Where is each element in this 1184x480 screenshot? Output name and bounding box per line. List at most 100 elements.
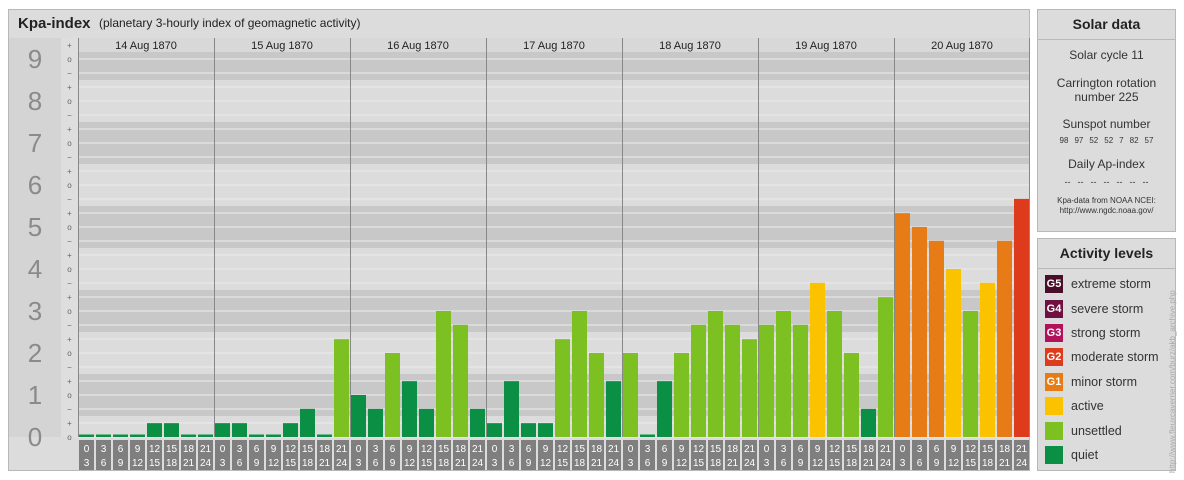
interval-end: 9 [662,458,668,469]
kp-bar [776,311,791,437]
kp-bar [878,297,893,437]
interval-start: 6 [798,444,804,455]
interval-end: 15 [285,458,297,469]
y-tick-label: 7 [28,128,42,158]
interval-end: 12 [268,458,280,469]
interval-start: 0 [764,444,770,455]
y-sub-mark: + [67,125,72,134]
y-sub-mark: o [67,139,72,148]
activity-levels-list: G5 extreme storm G4 severe storm G3 strong st… [1038,272,1175,467]
interval-end: 18 [166,458,178,469]
interval-end: 21 [455,458,467,469]
y-sub-mark: − [67,363,72,372]
interval-end: 3 [356,458,362,469]
y-tick-label: 3 [28,296,42,326]
interval-end: 18 [574,458,586,469]
y-sub-mark: + [67,419,72,428]
interval-end: 18 [982,458,994,469]
interval-start: 6 [254,444,260,455]
y-sub-mark: − [67,153,72,162]
activity-levels-title: Activity levels [1038,239,1175,269]
interval-start: 15 [166,444,178,455]
kp-bar [759,324,774,437]
activity-level-swatch [1045,397,1063,416]
interval-end: 15 [149,458,161,469]
kp-bar [79,434,94,437]
interval-start: 9 [543,444,549,455]
kp-bar [861,408,876,437]
interval-end: 3 [628,458,634,469]
solar-cycle: Solar cycle 11 [1069,48,1144,62]
interval-end: 24 [744,458,756,469]
data-source: Kpa-data from NOAA NCEI: http://www.ngdc… [1038,196,1175,216]
y-sub-mark: o [67,391,72,400]
data-source-line2: http://www.ngdc.noaa.gov/ [1059,206,1154,215]
y-sub-mark: o [67,433,72,442]
ap-index-value: -- [1103,177,1110,187]
kp-bar [317,434,332,437]
y-sub-mark: o [67,223,72,232]
sunspot-number-label: Sunspot number [1062,117,1151,131]
interval-start: 21 [608,444,620,455]
activity-level-label: active [1071,399,1104,414]
kp-bar [181,434,196,437]
activity-level-item: active [1038,394,1175,418]
interval-end: 12 [812,458,824,469]
kp-bar [1014,198,1029,437]
interval-end: 3 [84,458,90,469]
kp-bar [232,423,247,437]
y-sub-mark: − [67,237,72,246]
kp-bar [147,423,162,437]
kp-bar [555,339,570,437]
kp-bar [674,353,689,437]
activity-level-item: quiet [1038,443,1175,467]
interval-start: 15 [302,444,314,455]
interval-start: 18 [727,444,739,455]
interval-start: 3 [373,444,379,455]
interval-end: 18 [846,458,858,469]
interval-start: 12 [285,444,297,455]
interval-start: 0 [356,444,362,455]
sunspot-value: 98 [1059,136,1069,145]
activity-level-item: G2 moderate storm [1038,345,1175,369]
y-sub-mark: + [67,293,72,302]
activity-level-swatch: G3 [1045,323,1063,342]
carrington-rotation: Carrington rotation number 225 [1056,76,1157,104]
sunspot-value: 7 [1119,136,1124,145]
interval-start: 18 [455,444,467,455]
interval-end: 9 [118,458,124,469]
interval-end: 3 [220,458,226,469]
kp-bar [827,311,842,437]
day-label: 18 Aug 1870 [659,40,721,52]
kp-bar [334,339,349,437]
interval-start: 9 [271,444,277,455]
kp-bar [130,434,145,437]
activity-level-swatch: G1 [1045,372,1063,391]
kp-bar [436,311,451,437]
interval-end: 18 [302,458,314,469]
solar-data-title: Solar data [1038,10,1175,40]
kp-bar [810,282,825,437]
interval-start: 18 [591,444,603,455]
activity-level-swatch [1045,421,1063,440]
ap-index-label: Daily Ap-index [1068,157,1145,171]
activity-level-label: unsettled [1071,423,1122,438]
interval-end: 21 [183,458,195,469]
kp-bar [113,434,128,437]
interval-end: 18 [710,458,722,469]
interval-end: 3 [900,458,906,469]
kp-bar [470,408,485,437]
activity-levels-panel: Activity levels G5 extreme storm G4 severe … [1037,238,1176,471]
credit-url: http://www.fleuxcaverrier.com/burz/akb_a… [1168,290,1177,473]
kp-bar [640,434,655,437]
kp-bar [895,213,910,437]
interval-end: 21 [319,458,331,469]
kp-bar [538,423,553,437]
y-sub-mark: − [67,195,72,204]
kp-bar [623,353,638,437]
interval-start: 21 [472,444,484,455]
y-sub-mark: o [67,265,72,274]
activity-level-item: unsettled [1038,418,1175,442]
y-sub-mark: − [67,321,72,330]
activity-level-swatch: G4 [1045,299,1063,318]
